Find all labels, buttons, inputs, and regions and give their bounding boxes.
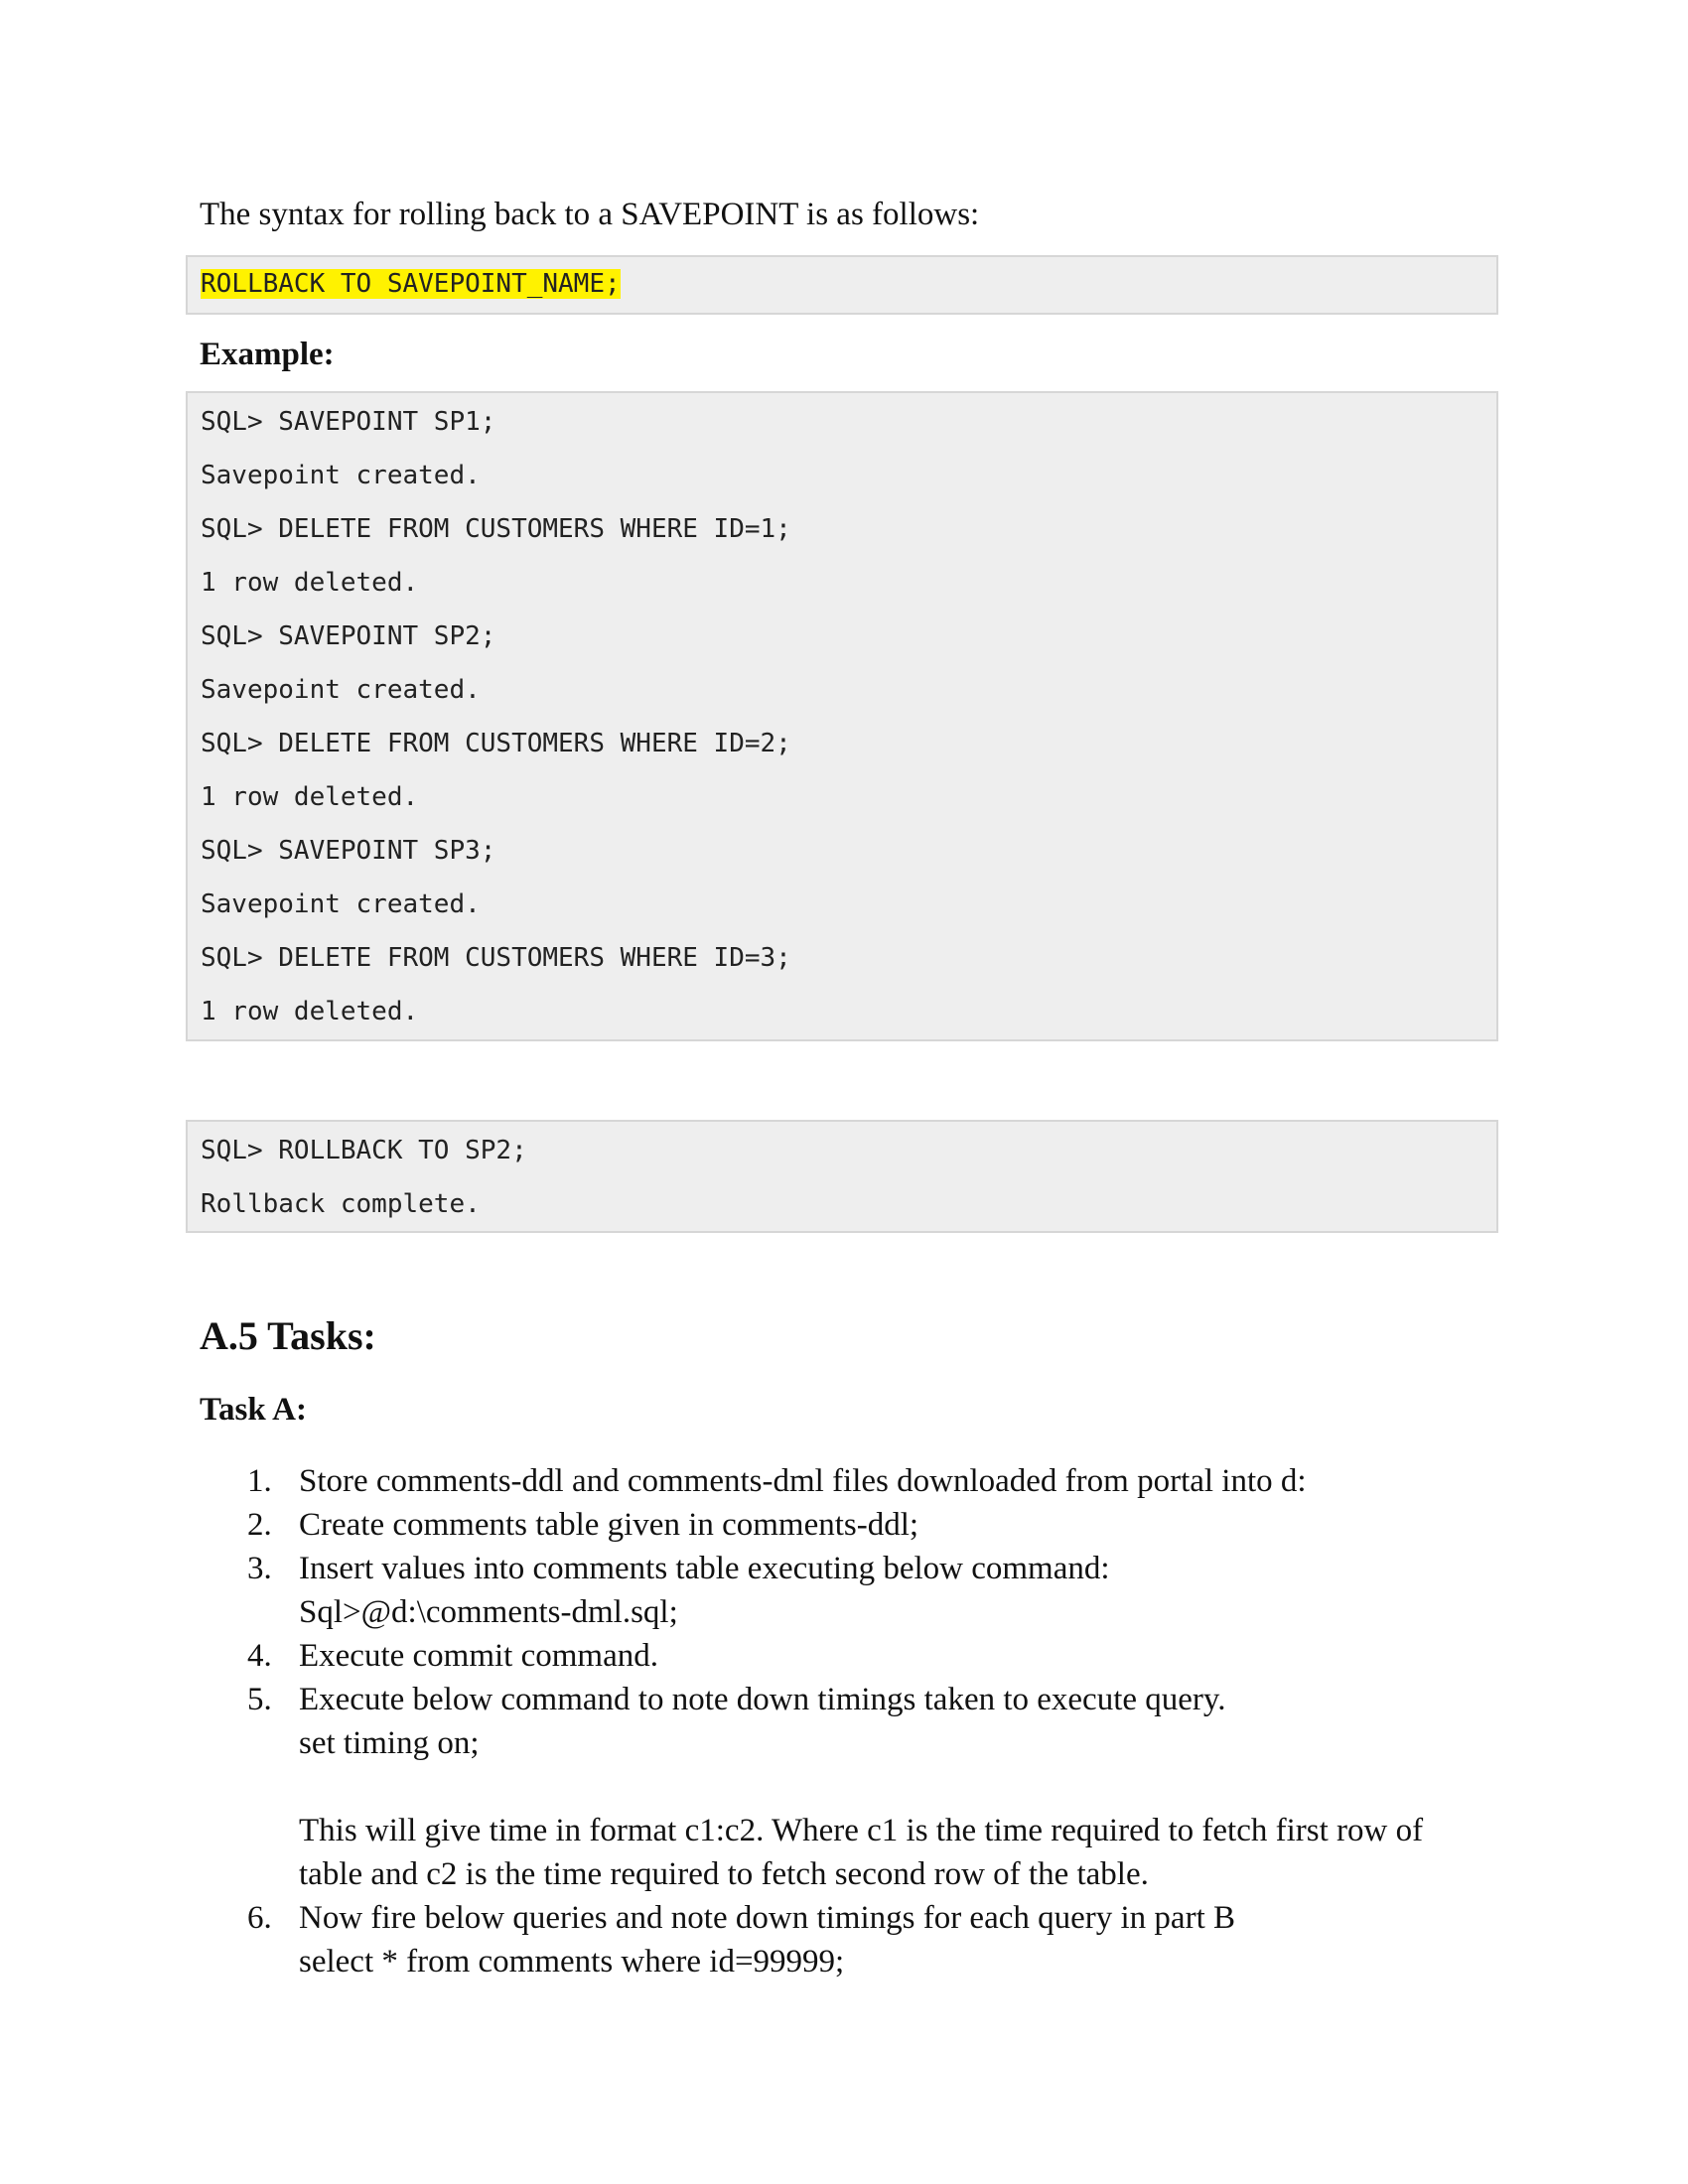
task-item: 4. Execute commit command.: [200, 1634, 1490, 1678]
task-number: 3.: [247, 1551, 272, 1586]
task-number: 1.: [247, 1463, 272, 1499]
code-line: Savepoint created.: [201, 461, 481, 490]
task-list: 1. Store comments-ddl and comments-dml f…: [200, 1459, 1490, 1983]
code-line: Rollback complete.: [201, 1189, 481, 1219]
task-text: Execute commit command.: [299, 1638, 658, 1674]
code-line: 1 row deleted.: [201, 997, 419, 1026]
task-text: Now fire below queries and note down tim…: [299, 1900, 1235, 1936]
task-number: 4.: [247, 1638, 272, 1674]
example-code-block: SQL> SAVEPOINT SP1; Savepoint created. S…: [186, 391, 1498, 1041]
code-line: SQL> SAVEPOINT SP2;: [201, 621, 496, 651]
task-text: Create comments table given in comments-…: [299, 1507, 919, 1543]
task-number: 2.: [247, 1507, 272, 1543]
task-note: table and c2 is the time required to fet…: [299, 1856, 1149, 1892]
task-number: 6.: [247, 1900, 272, 1936]
task-item: 5. Execute below command to note down ti…: [200, 1678, 1490, 1896]
task-command: Sql>@d:\comments-dml.sql;: [299, 1594, 678, 1630]
code-line: Savepoint created.: [201, 889, 481, 919]
code-line: SQL> DELETE FROM CUSTOMERS WHERE ID=3;: [201, 943, 791, 973]
syntax-code-block: ROLLBACK TO SAVEPOINT_NAME;: [186, 255, 1498, 315]
task-item: 3. Insert values into comments table exe…: [200, 1547, 1490, 1634]
syntax-code-line: ROLLBACK TO SAVEPOINT_NAME;: [201, 269, 621, 299]
section-heading: A.5 Tasks:: [200, 1313, 376, 1358]
task-text: Execute below command to note down timin…: [299, 1682, 1226, 1717]
code-line: SQL> SAVEPOINT SP3;: [201, 836, 496, 866]
task-text: Insert values into comments table execut…: [299, 1551, 1110, 1586]
task-number: 5.: [247, 1682, 272, 1717]
task-note: This will give time in format c1:c2. Whe…: [299, 1813, 1424, 1848]
example-label: Example:: [200, 337, 335, 372]
code-line: SQL> DELETE FROM CUSTOMERS WHERE ID=2;: [201, 729, 791, 758]
code-line: 1 row deleted.: [201, 568, 419, 598]
document-page: The syntax for rolling back to a SAVEPOI…: [0, 0, 1688, 2184]
code-line: SQL> DELETE FROM CUSTOMERS WHERE ID=1;: [201, 514, 791, 544]
task-item: 6. Now fire below queries and note down …: [200, 1896, 1490, 1983]
task-item: 2. Create comments table given in commen…: [200, 1503, 1490, 1547]
task-text: Store comments-ddl and comments-dml file…: [299, 1463, 1307, 1499]
intro-text: The syntax for rolling back to a SAVEPOI…: [200, 197, 980, 232]
code-line: Savepoint created.: [201, 675, 481, 705]
code-line: SQL> SAVEPOINT SP1;: [201, 407, 496, 437]
code-line: SQL> ROLLBACK TO SP2;: [201, 1136, 527, 1165]
task-heading: Task A:: [200, 1392, 307, 1428]
rollback-code-block: SQL> ROLLBACK TO SP2; Rollback complete.: [186, 1120, 1498, 1233]
task-item: 1. Store comments-ddl and comments-dml f…: [200, 1459, 1490, 1503]
task-command: set timing on;: [299, 1725, 480, 1761]
task-command: select * from comments where id=99999;: [299, 1944, 845, 1979]
code-line: 1 row deleted.: [201, 782, 419, 812]
